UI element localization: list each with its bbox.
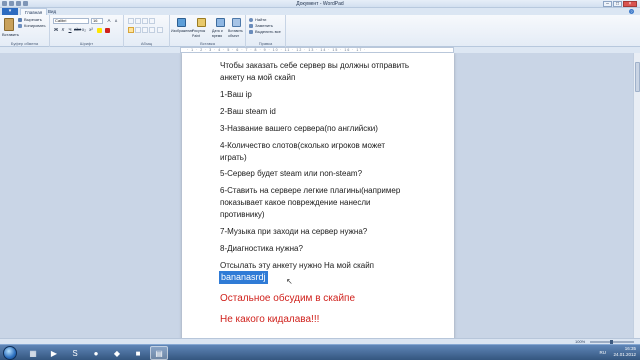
scrollbar-thumb[interactable] [635,62,640,92]
font-family-select[interactable]: Calibri [53,18,89,24]
skype-icon[interactable]: S [66,346,84,360]
maximize-button[interactable]: □ [613,1,622,7]
font-group-label: Шрифт [79,41,94,46]
close-button[interactable]: × [623,1,637,7]
paragraph-group-label: Абзац [140,41,153,46]
minimize-button[interactable]: – [603,1,612,7]
tab-view[interactable]: Вид [44,8,60,15]
cut-button[interactable]: Вырезать [24,17,42,22]
explorer-icon[interactable]: ▦ [24,346,42,360]
window-controls: – □ × [603,1,637,7]
doc-line: 4-Количество слотов(сколько игроков може… [220,141,386,150]
insert-object-button[interactable]: Вставить объект [228,29,246,39]
object-icon[interactable] [232,18,241,27]
title-bar: Документ - WordPad – □ × [0,0,640,8]
align-left-button[interactable] [128,27,134,33]
select-all-button[interactable]: Выделить все [255,29,281,34]
doc-line: 5-Сервер будет steam или non-steam? [220,169,363,178]
align-center-button[interactable] [135,27,141,33]
doc-line: 1-Ваш ip [220,90,252,99]
system-tray: 16:35 24.01.2012 [613,346,636,358]
language-indicator[interactable]: RU [600,350,607,355]
select-all-icon [249,30,253,34]
doc-line: 2-Ваш steam id [220,107,276,116]
underline-button[interactable]: Ч [67,27,73,33]
start-button[interactable] [3,346,17,360]
line-spacing-button[interactable] [149,18,155,24]
subscript-button[interactable]: x₂ [81,27,87,33]
app-icon[interactable]: ■ [129,346,147,360]
insert-paint-button[interactable]: Рисунок Paint [192,29,212,39]
taskbar: ▦ ▶ S ● ◆ ■ ▤ 16:35 24.01.2012 RU [0,344,640,360]
highlight-icon[interactable] [97,28,102,33]
doc-line: противнику) [220,210,265,219]
firefox-icon[interactable]: ● [87,346,105,360]
doc-line: 6-Ставить на сервере легкие плагины(напр… [220,186,401,195]
replace-button[interactable]: Заменить [255,23,273,28]
document-area: Чтобы заказать себе сервер вы должны отп… [0,53,633,338]
doc-line: показывает какое повреждение нанесли [220,198,371,207]
decrease-indent-button[interactable] [128,18,134,24]
superscript-button[interactable]: x² [88,27,94,33]
clipboard-group: Вставить Вырезать Копировать Буфер обмен… [0,15,50,47]
vertical-scrollbar[interactable] [633,53,640,338]
bold-button[interactable]: Ж [53,27,59,33]
paste-button[interactable]: Вставить [2,32,19,37]
calendar-icon[interactable] [216,18,225,27]
replace-icon [249,24,253,28]
ribbon: Вставить Вырезать Копировать Буфер обмен… [0,15,640,47]
wordpad-taskbar-button[interactable]: ▤ [150,346,168,360]
paragraph-settings-button[interactable] [157,27,163,33]
insert-datetime-button[interactable]: Дата и время [212,29,226,39]
paragraph-group: Абзац [124,15,170,47]
strikethrough-button[interactable]: abc [74,27,81,33]
media-player-icon[interactable]: ▶ [45,346,63,360]
document-page[interactable]: Чтобы заказать себе сервер вы должны отп… [182,53,454,338]
doc-line: Отсылать эту анкету нужно На мой скайп [220,261,375,270]
align-right-button[interactable] [142,27,148,33]
find-button[interactable]: Найти [255,17,266,22]
copy-icon [18,24,22,28]
window-title: Документ - WordPad [296,1,344,7]
increase-indent-button[interactable] [135,18,141,24]
bullets-button[interactable] [142,18,148,24]
paint-icon[interactable] [197,18,206,27]
doc-line: 3-Название вашего сервера(по английски) [220,124,378,133]
editing-group: Найти Заменить Выделить все Правка [246,15,286,47]
insert-picture-button[interactable]: Изображение [171,29,193,34]
doc-line: играть) [220,153,247,162]
insert-group: Изображение Рисунок Paint Дата и время В… [170,15,246,47]
justify-button[interactable] [149,27,155,33]
shrink-font-icon[interactable]: A [113,18,119,24]
app-icon[interactable]: ◆ [108,346,126,360]
editing-group-label: Правка [258,41,273,46]
font-color-icon[interactable] [105,28,110,33]
insert-group-label: Вставка [200,41,215,46]
ribbon-tab-row: ▾ Главная Вид ? [0,8,640,15]
font-group: Calibri 16 A A Ж К Ч abc x₂ x² Шрифт [50,15,124,47]
doc-line: 8-Диагностика нужна? [220,244,303,253]
help-icon[interactable]: ? [629,9,634,14]
find-icon [249,18,253,22]
file-menu-button[interactable]: ▾ [2,8,18,15]
doc-line: анкету на мой скайп [220,73,296,82]
cut-icon [18,18,22,22]
red-text-line: Не какого кидалава!!! [220,314,320,325]
doc-line: Чтобы заказать себе сервер вы должны отп… [220,61,410,70]
picture-icon[interactable] [177,18,186,27]
paste-icon[interactable] [4,18,14,31]
font-size-select[interactable]: 16 [91,18,103,24]
copy-button[interactable]: Копировать [24,23,46,28]
ibeam-cursor-icon: ↖ [286,277,293,286]
red-text-line: Остальное обсудим в скайпе [220,293,356,304]
doc-line: 7-Музыка при заходи на сервер нужна? [220,227,368,236]
clock-date[interactable]: 24.01.2012 [613,352,636,358]
italic-button[interactable]: К [60,27,66,33]
clipboard-group-label: Буфер обмена [10,41,39,46]
grow-font-icon[interactable]: A [106,18,112,24]
selected-text[interactable]: bananasrdj [219,271,268,284]
